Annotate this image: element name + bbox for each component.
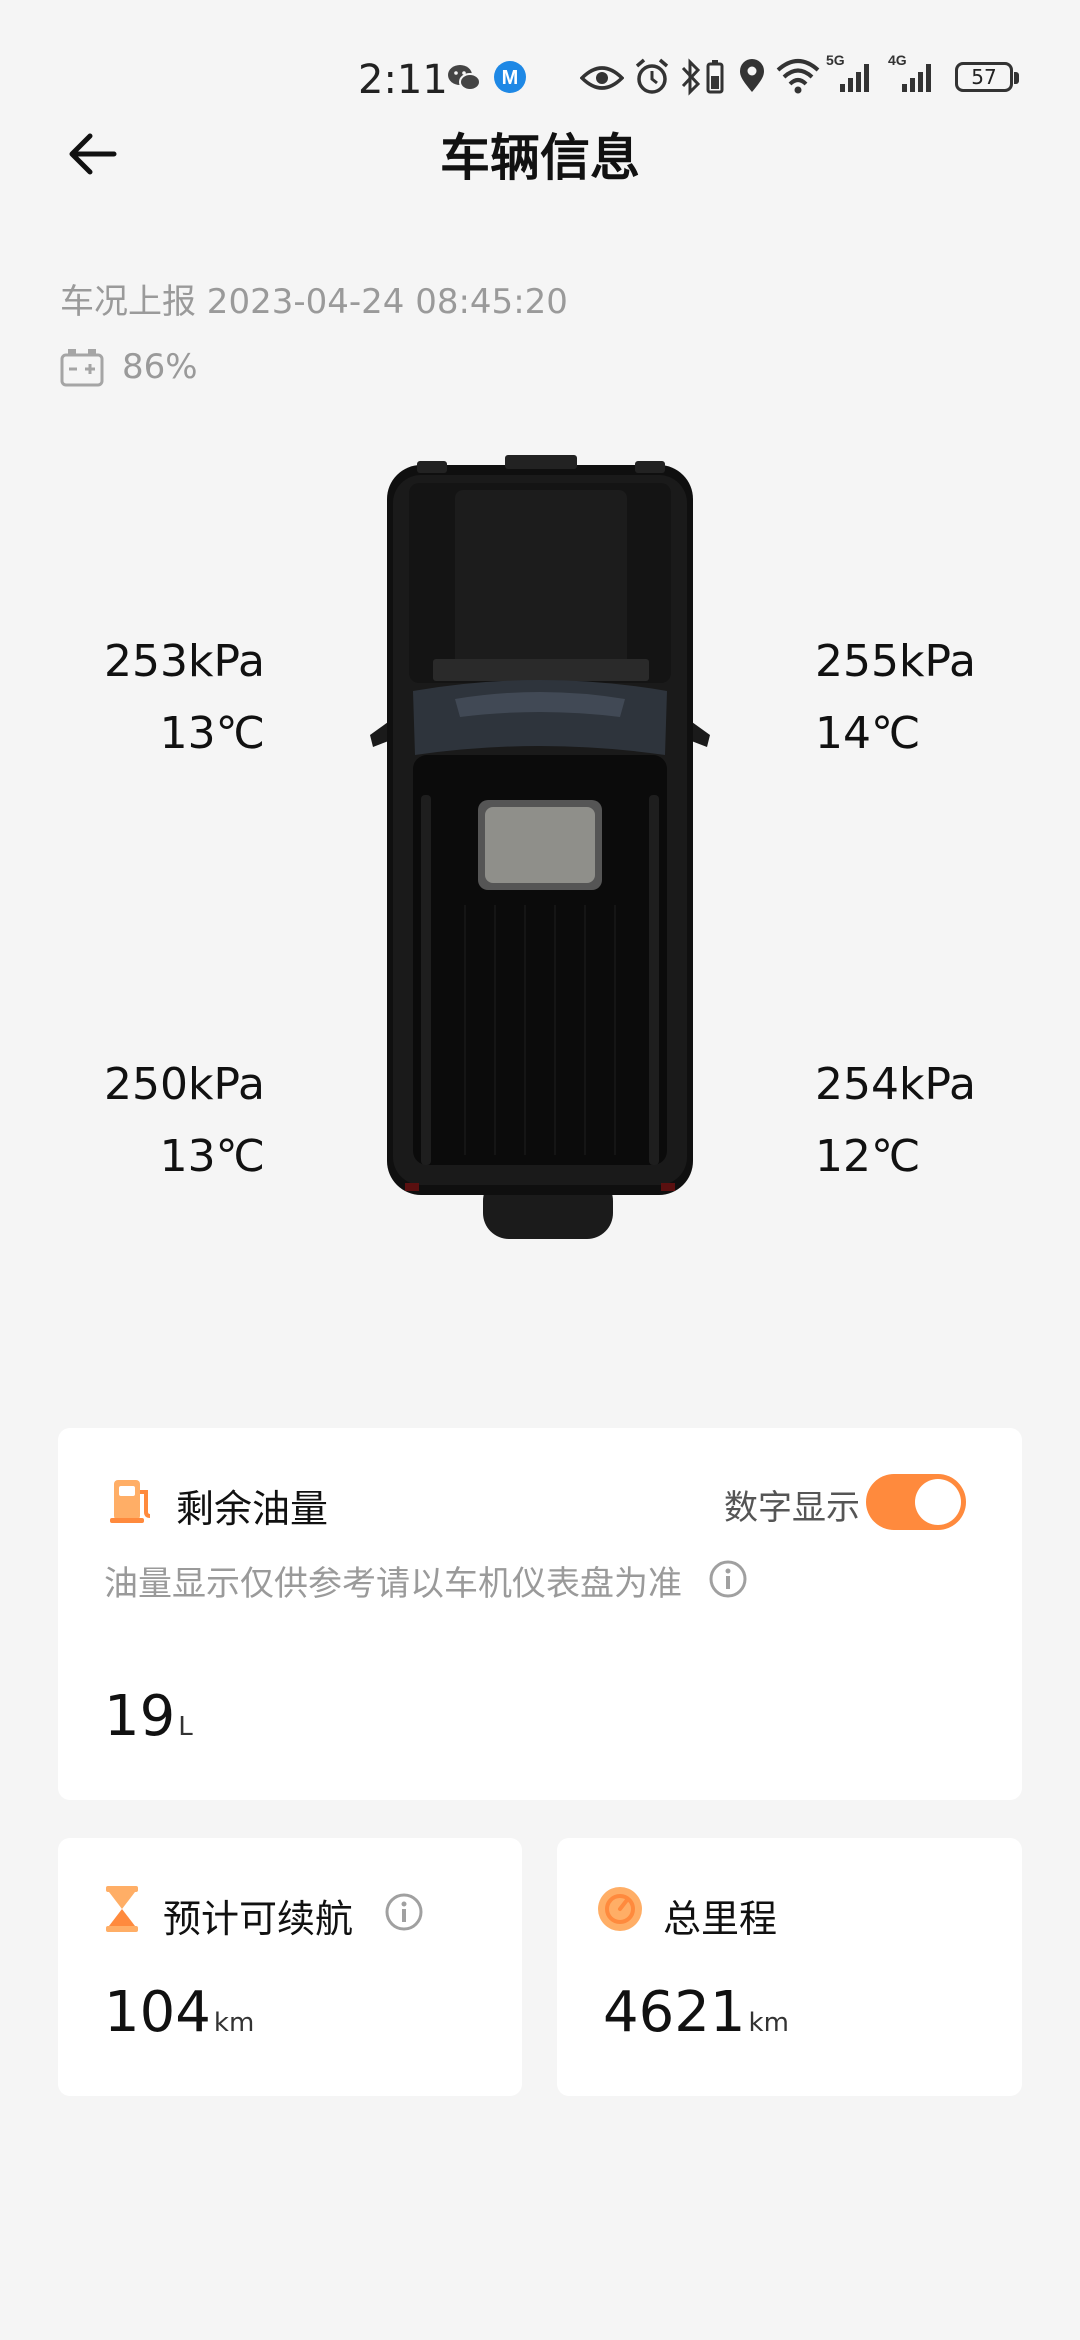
odometer-unit: km — [748, 2008, 789, 2038]
range-card: 预计可续航 104 km — [58, 1838, 522, 2096]
tire-front-right: 255kPa 14℃ — [815, 634, 1045, 762]
fuel-hint: 油量显示仅供参考请以车机仪表盘为准 — [104, 1564, 682, 1604]
digital-display-toggle[interactable] — [866, 1474, 966, 1530]
range-amount: 104 — [104, 1980, 211, 2045]
report-timestamp: 车况上报 2023-04-24 08:45:20 — [60, 282, 568, 322]
tire-pressure: 255kPa — [815, 636, 976, 687]
fuel-unit: L — [178, 1712, 193, 1742]
tire-rear-left: 250kPa 13℃ — [60, 1057, 265, 1185]
fuel-value: 19 L — [104, 1684, 193, 1749]
signal-4g-icon: 4G — [888, 52, 938, 96]
wifi-icon — [776, 59, 820, 94]
tire-temperature: 13℃ — [159, 708, 265, 759]
signal-5g-icon: 5G — [826, 52, 876, 96]
tire-temperature: 12℃ — [815, 1131, 921, 1182]
fuel-amount: 19 — [104, 1684, 176, 1749]
status-bar: 2:11 M 5G 4G 57 — [0, 52, 1080, 108]
range-value: 104 km — [104, 1980, 254, 2045]
range-unit: km — [213, 2008, 255, 2038]
alarm-icon — [635, 58, 669, 94]
battery-status-row: 86% — [60, 347, 198, 387]
car-battery-icon — [60, 349, 104, 387]
m-app-icon: M — [494, 61, 526, 93]
battery-level: 57 — [971, 65, 997, 89]
svg-text:M: M — [502, 67, 519, 89]
tire-pressure: 253kPa — [104, 636, 265, 687]
odometer-card: 总里程 4621 km — [557, 1838, 1022, 2096]
status-time: 2:11 — [358, 57, 448, 103]
eye-icon — [580, 66, 624, 90]
tire-pressure: 250kPa — [104, 1059, 265, 1110]
bluetooth-icon — [681, 58, 701, 96]
battery-saver-icon — [706, 60, 724, 94]
fuel-label: 剩余油量 — [176, 1487, 329, 1531]
tire-front-left: 253kPa 13℃ — [60, 634, 265, 762]
page-title: 车辆信息 — [440, 129, 640, 187]
battery-percentage: 86% — [122, 347, 198, 387]
battery-indicator: 57 — [955, 62, 1019, 92]
tire-rear-right: 254kPa 12℃ — [815, 1057, 1045, 1185]
odometer-icon — [598, 1887, 642, 1931]
tire-pressure: 254kPa — [815, 1059, 976, 1110]
wechat-icon — [448, 65, 481, 91]
range-label: 预计可续航 — [163, 1897, 354, 1941]
tire-temperature: 14℃ — [815, 708, 921, 759]
fuel-pump-icon — [110, 1480, 151, 1523]
toggle-knob — [915, 1479, 961, 1525]
hourglass-icon — [106, 1886, 138, 1932]
location-icon — [740, 59, 764, 92]
odometer-amount: 4621 — [603, 1980, 746, 2045]
fuel-card: 剩余油量 数字显示 油量显示仅供参考请以车机仪表盘为准 19 L — [58, 1428, 1022, 1800]
car-top-view-image — [370, 455, 710, 1239]
digital-display-label: 数字显示 — [724, 1488, 860, 1528]
info-icon[interactable] — [384, 1892, 424, 1932]
odometer-label: 总里程 — [663, 1897, 778, 1941]
odometer-value: 4621 km — [603, 1980, 789, 2045]
tire-temperature: 13℃ — [159, 1131, 265, 1182]
info-icon[interactable] — [708, 1559, 748, 1599]
